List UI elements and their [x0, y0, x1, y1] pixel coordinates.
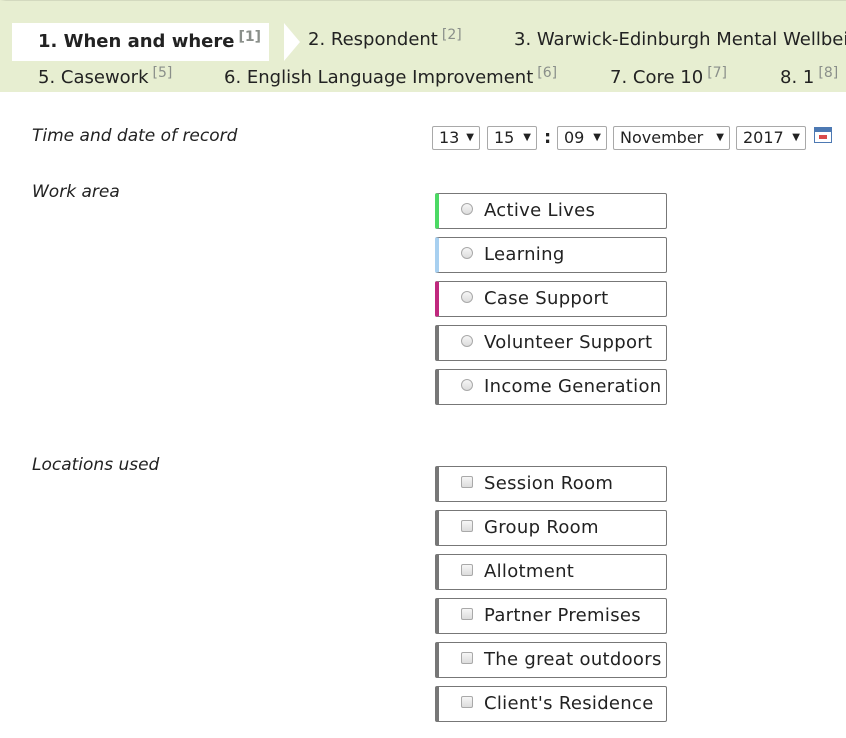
work-area-label: Work area: [32, 182, 120, 202]
tab-bar: 1. When and where [1] 2. Respondent [2] 3.…: [0, 0, 846, 92]
tab-ref: [8]: [818, 65, 839, 81]
calendar-icon[interactable]: [814, 127, 832, 143]
chevron-down-icon: ▼: [792, 132, 800, 143]
hour-value: 13: [439, 128, 460, 147]
tab-respondent[interactable]: 2. Respondent [2]: [308, 27, 462, 50]
tab-label: 5. Casework: [38, 67, 149, 88]
radio-button[interactable]: [461, 203, 473, 215]
tab-label: 7. Core 10: [610, 67, 704, 88]
option-label: Allotment: [484, 561, 575, 582]
location-option-session-room[interactable]: Session Room: [435, 466, 667, 502]
chevron-down-icon: ▼: [593, 132, 601, 143]
calendar-icon-header: [815, 128, 831, 132]
location-option-partner-premises[interactable]: Partner Premises: [435, 598, 667, 634]
tab-ref: [1]: [238, 29, 261, 45]
option-label: Income Generation: [484, 376, 662, 397]
active-tab-arrow: [284, 23, 300, 61]
calendar-icon-marker: [819, 135, 827, 139]
hour-select[interactable]: 13 ▼: [432, 126, 480, 150]
tab-8[interactable]: 8. 1 [8]: [780, 65, 839, 88]
checkbox[interactable]: [461, 652, 473, 664]
day-value: 09: [564, 128, 585, 147]
checkbox[interactable]: [461, 608, 473, 620]
work-area-option-income-generation[interactable]: Income Generation: [435, 369, 667, 405]
option-label: Client's Residence: [484, 693, 654, 714]
tab-label: 3. Warwick-Edinburgh Mental Wellbei: [514, 29, 846, 50]
minute-select[interactable]: 15 ▼: [487, 126, 537, 150]
option-label: Session Room: [484, 473, 614, 494]
chevron-down-icon: ▼: [716, 132, 724, 143]
radio-button[interactable]: [461, 335, 473, 347]
radio-button[interactable]: [461, 247, 473, 259]
locations-label: Locations used: [32, 455, 160, 475]
tab-label: 1. When and where: [38, 31, 235, 52]
option-label: Partner Premises: [484, 605, 641, 626]
work-area-option-case-support[interactable]: Case Support: [435, 281, 667, 317]
tab-label: 6. English Language Improvement: [224, 67, 534, 88]
location-option-allotment[interactable]: Allotment: [435, 554, 667, 590]
checkbox[interactable]: [461, 564, 473, 576]
time-separator: :: [544, 127, 552, 148]
option-label: Volunteer Support: [484, 332, 653, 353]
year-select[interactable]: 2017 ▼: [736, 126, 806, 150]
year-value: 2017: [743, 128, 784, 147]
radio-button[interactable]: [461, 379, 473, 391]
time-date-label: Time and date of record: [32, 126, 238, 146]
tab-ref: [7]: [707, 65, 728, 81]
option-label: Case Support: [484, 288, 609, 309]
tab-label: 2. Respondent: [308, 29, 438, 50]
chevron-down-icon: ▼: [523, 132, 531, 143]
chevron-down-icon: ▼: [466, 132, 474, 143]
work-area-option-active-lives[interactable]: Active Lives: [435, 193, 667, 229]
minute-value: 15: [494, 128, 515, 147]
tab-ref: [6]: [537, 65, 558, 81]
location-option-group-room[interactable]: Group Room: [435, 510, 667, 546]
option-label: Group Room: [484, 517, 599, 538]
location-option-clients-residence[interactable]: Client's Residence: [435, 686, 667, 722]
checkbox[interactable]: [461, 696, 473, 708]
work-area-option-learning[interactable]: Learning: [435, 237, 667, 273]
tab-label: 8. 1: [780, 67, 815, 88]
day-select[interactable]: 09 ▼: [557, 126, 607, 150]
month-select[interactable]: November ▼: [613, 126, 730, 150]
checkbox[interactable]: [461, 476, 473, 488]
tab-ref: [5]: [152, 65, 173, 81]
location-option-great-outdoors[interactable]: The great outdoors: [435, 642, 667, 678]
option-label: Active Lives: [484, 200, 596, 221]
tab-english-language[interactable]: 6. English Language Improvement [6]: [224, 65, 558, 88]
checkbox[interactable]: [461, 520, 473, 532]
tab-ref: [2]: [441, 27, 462, 43]
option-label: The great outdoors: [484, 649, 662, 670]
tab-when-and-where[interactable]: 1. When and where [1]: [12, 23, 269, 61]
month-value: November: [620, 128, 704, 147]
tab-core-10[interactable]: 7. Core 10 [7]: [610, 65, 728, 88]
tab-casework[interactable]: 5. Casework [5]: [38, 65, 173, 88]
tab-wemwbs[interactable]: 3. Warwick-Edinburgh Mental Wellbei: [514, 29, 846, 50]
radio-button[interactable]: [461, 291, 473, 303]
work-area-option-volunteer-support[interactable]: Volunteer Support: [435, 325, 667, 361]
option-label: Learning: [484, 244, 565, 265]
